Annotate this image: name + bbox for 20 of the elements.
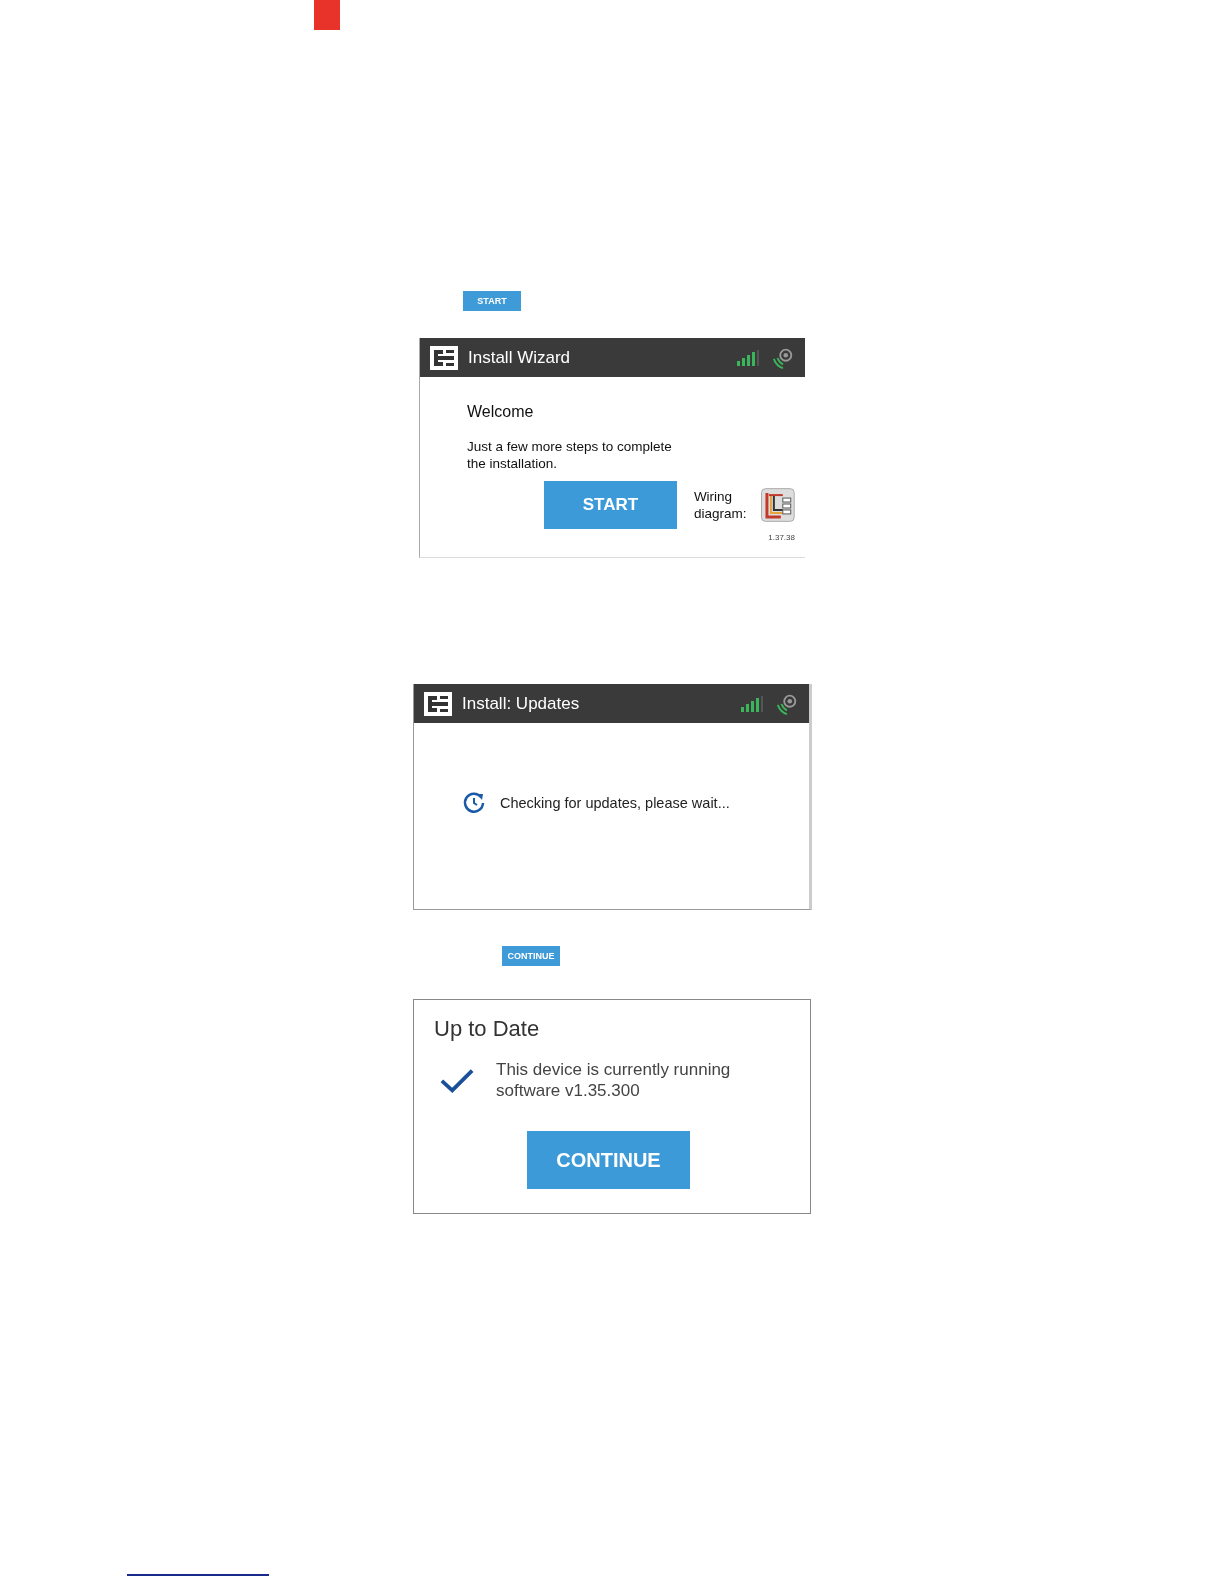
status-message: Checking for updates, please wait...: [500, 795, 730, 811]
screen-title: Install Wizard: [468, 347, 571, 368]
start-button[interactable]: START: [544, 481, 677, 529]
dialog-message: This device is currently running software v1.35.300: [496, 1059, 732, 1101]
refresh-clock-icon: [462, 791, 486, 815]
screen-title: Install: Updates: [462, 693, 580, 714]
continue-button[interactable]: CONTINUE: [502, 946, 560, 966]
start-button[interactable]: START: [463, 291, 521, 311]
message: Just a few more steps to complete the installation.: [467, 438, 673, 472]
signal-icon: [737, 349, 761, 366]
dialog-title: Up to Date: [434, 1016, 541, 1042]
logo-icon: [430, 345, 458, 370]
heading: Welcome: [467, 403, 535, 421]
signal-icon: [741, 695, 765, 712]
wiring-label: Wiring diagram:: [693, 488, 748, 522]
version-number: 1.37.38: [768, 533, 795, 542]
continue-button[interactable]: CONTINUE: [527, 1131, 690, 1189]
logo-icon: [424, 691, 452, 716]
wiring-diagram-icon[interactable]: [761, 488, 795, 522]
checkmark-icon: [440, 1067, 474, 1093]
